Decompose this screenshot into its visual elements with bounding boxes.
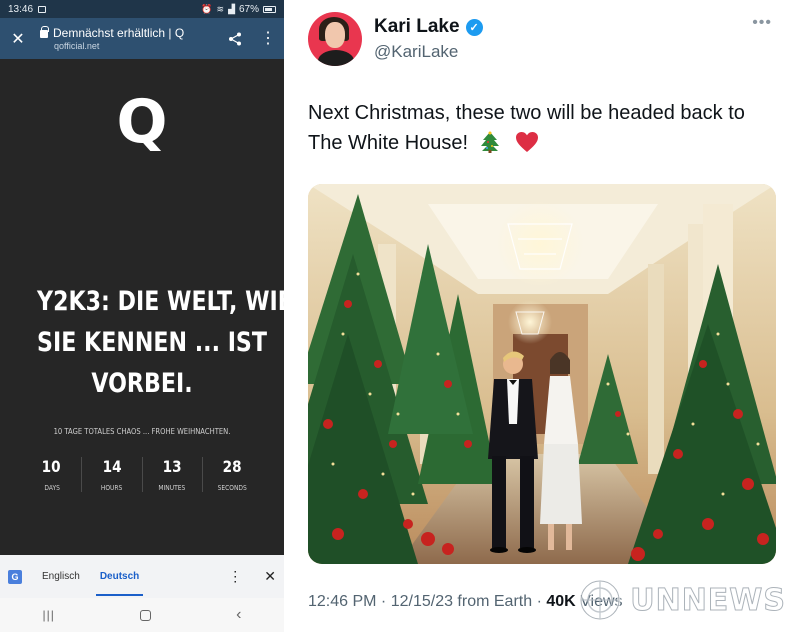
q-logo: Q xyxy=(116,87,168,157)
countdown-seconds: 28 SECONDS xyxy=(201,457,262,492)
address-bar[interactable]: Demnächst erhältlich | Q qofficial.net xyxy=(40,26,184,51)
countdown-label: DAYS xyxy=(43,484,60,492)
browser-toolbar: ✕ Demnächst erhältlich | Q qofficial.net… xyxy=(0,18,284,59)
home-icon[interactable] xyxy=(140,609,151,621)
author-name[interactable]: Kari Lake xyxy=(374,16,460,38)
android-nav-bar: ||| ‹ xyxy=(0,598,284,632)
google-translate-icon: G xyxy=(8,569,22,584)
translate-more-icon[interactable]: ⋮ xyxy=(228,568,242,585)
headline-line: Y2K3: DIE WELT, WIE SIE xyxy=(37,286,284,317)
countdown-label: MINUTES xyxy=(158,484,186,492)
tweet-card: Kari Lake ✓ @KariLake ••• Next Christmas… xyxy=(284,0,800,632)
battery-percent: 67% xyxy=(238,3,259,15)
countdown-value: 14 xyxy=(102,457,122,476)
author-handle[interactable]: @KariLake xyxy=(374,42,483,62)
q-website: Q Y2K3: DIE WELT, WIE SIE SIE KENNEN ...… xyxy=(0,59,284,555)
tweet-text: Next Christmas, these two will be headed… xyxy=(308,98,778,158)
source-language-tab[interactable]: Englisch xyxy=(42,571,80,582)
status-time: 13:46 xyxy=(8,3,34,15)
notification-icon xyxy=(38,5,47,13)
verified-badge-icon: ✓ xyxy=(465,18,483,36)
lock-icon xyxy=(40,26,49,38)
un-emblem-icon xyxy=(579,579,621,621)
translate-bar: G Englisch Deutsch ⋮ ✕ xyxy=(0,555,284,598)
views-count: 40K xyxy=(546,593,576,610)
christmas-tree-emoji xyxy=(480,131,499,153)
signal-icon: ▟ xyxy=(228,3,235,14)
headline: Y2K3: DIE WELT, WIE SIE SIE KENNEN ... I… xyxy=(37,281,284,404)
more-horizontal-icon[interactable]: ••• xyxy=(752,14,772,32)
headline-line: VORBEI. xyxy=(91,368,193,399)
white-house-christmas-photo xyxy=(308,184,776,564)
countdown-timer: 10 DAYS 14 HOURS 13 MINUTES 28 SECONDS xyxy=(22,457,262,492)
back-icon[interactable]: ‹ xyxy=(236,606,241,624)
page-host: qofficial.net xyxy=(54,41,100,51)
share-icon[interactable] xyxy=(228,32,242,46)
target-language-tab[interactable]: Deutsch xyxy=(95,571,144,596)
red-heart-emoji xyxy=(516,132,539,152)
more-vertical-icon[interactable]: ⋮ xyxy=(260,30,276,47)
countdown-hours: 14 HOURS xyxy=(81,457,141,492)
headline-line: SIE KENNEN ... IST xyxy=(37,327,267,358)
tweet-photo[interactable] xyxy=(308,184,776,564)
watermark-text: UNNEWS xyxy=(630,582,786,618)
close-icon[interactable]: ✕ xyxy=(8,29,28,49)
countdown-value: 13 xyxy=(162,457,182,476)
wifi-icon: ≋ xyxy=(216,3,225,14)
status-bar: 13:46 ⏰ ≋ ▟ 67% xyxy=(0,0,284,18)
avatar[interactable] xyxy=(308,12,362,66)
tweet-timestamp[interactable]: 12:46 PM · 12/15/23 from Earth · xyxy=(308,593,546,610)
tagline: 10 TAGE TOTALES CHAOS ... FROHE WEIHNACH… xyxy=(53,427,231,436)
tweet-meta: 12:46 PM · 12/15/23 from Earth · 40K Vie… xyxy=(308,593,623,611)
battery-icon xyxy=(263,5,276,13)
countdown-days: 10 DAYS xyxy=(22,457,81,492)
watermark: UNNEWS xyxy=(578,578,786,622)
page-title: Demnächst erhältlich | Q xyxy=(53,26,185,40)
alarm-icon: ⏰ xyxy=(201,3,213,14)
tweet-author: Kari Lake ✓ @KariLake xyxy=(374,16,483,62)
countdown-value: 28 xyxy=(222,457,242,476)
countdown-label: SECONDS xyxy=(217,484,247,492)
recent-apps-icon[interactable]: ||| xyxy=(43,608,55,622)
translate-close-icon[interactable]: ✕ xyxy=(264,568,276,585)
phone-screenshot: 13:46 ⏰ ≋ ▟ 67% ✕ Demnächst erhältlich |… xyxy=(0,0,284,632)
countdown-label: HOURS xyxy=(101,484,123,492)
countdown-minutes: 13 MINUTES xyxy=(141,457,202,492)
countdown-value: 10 xyxy=(42,457,62,476)
